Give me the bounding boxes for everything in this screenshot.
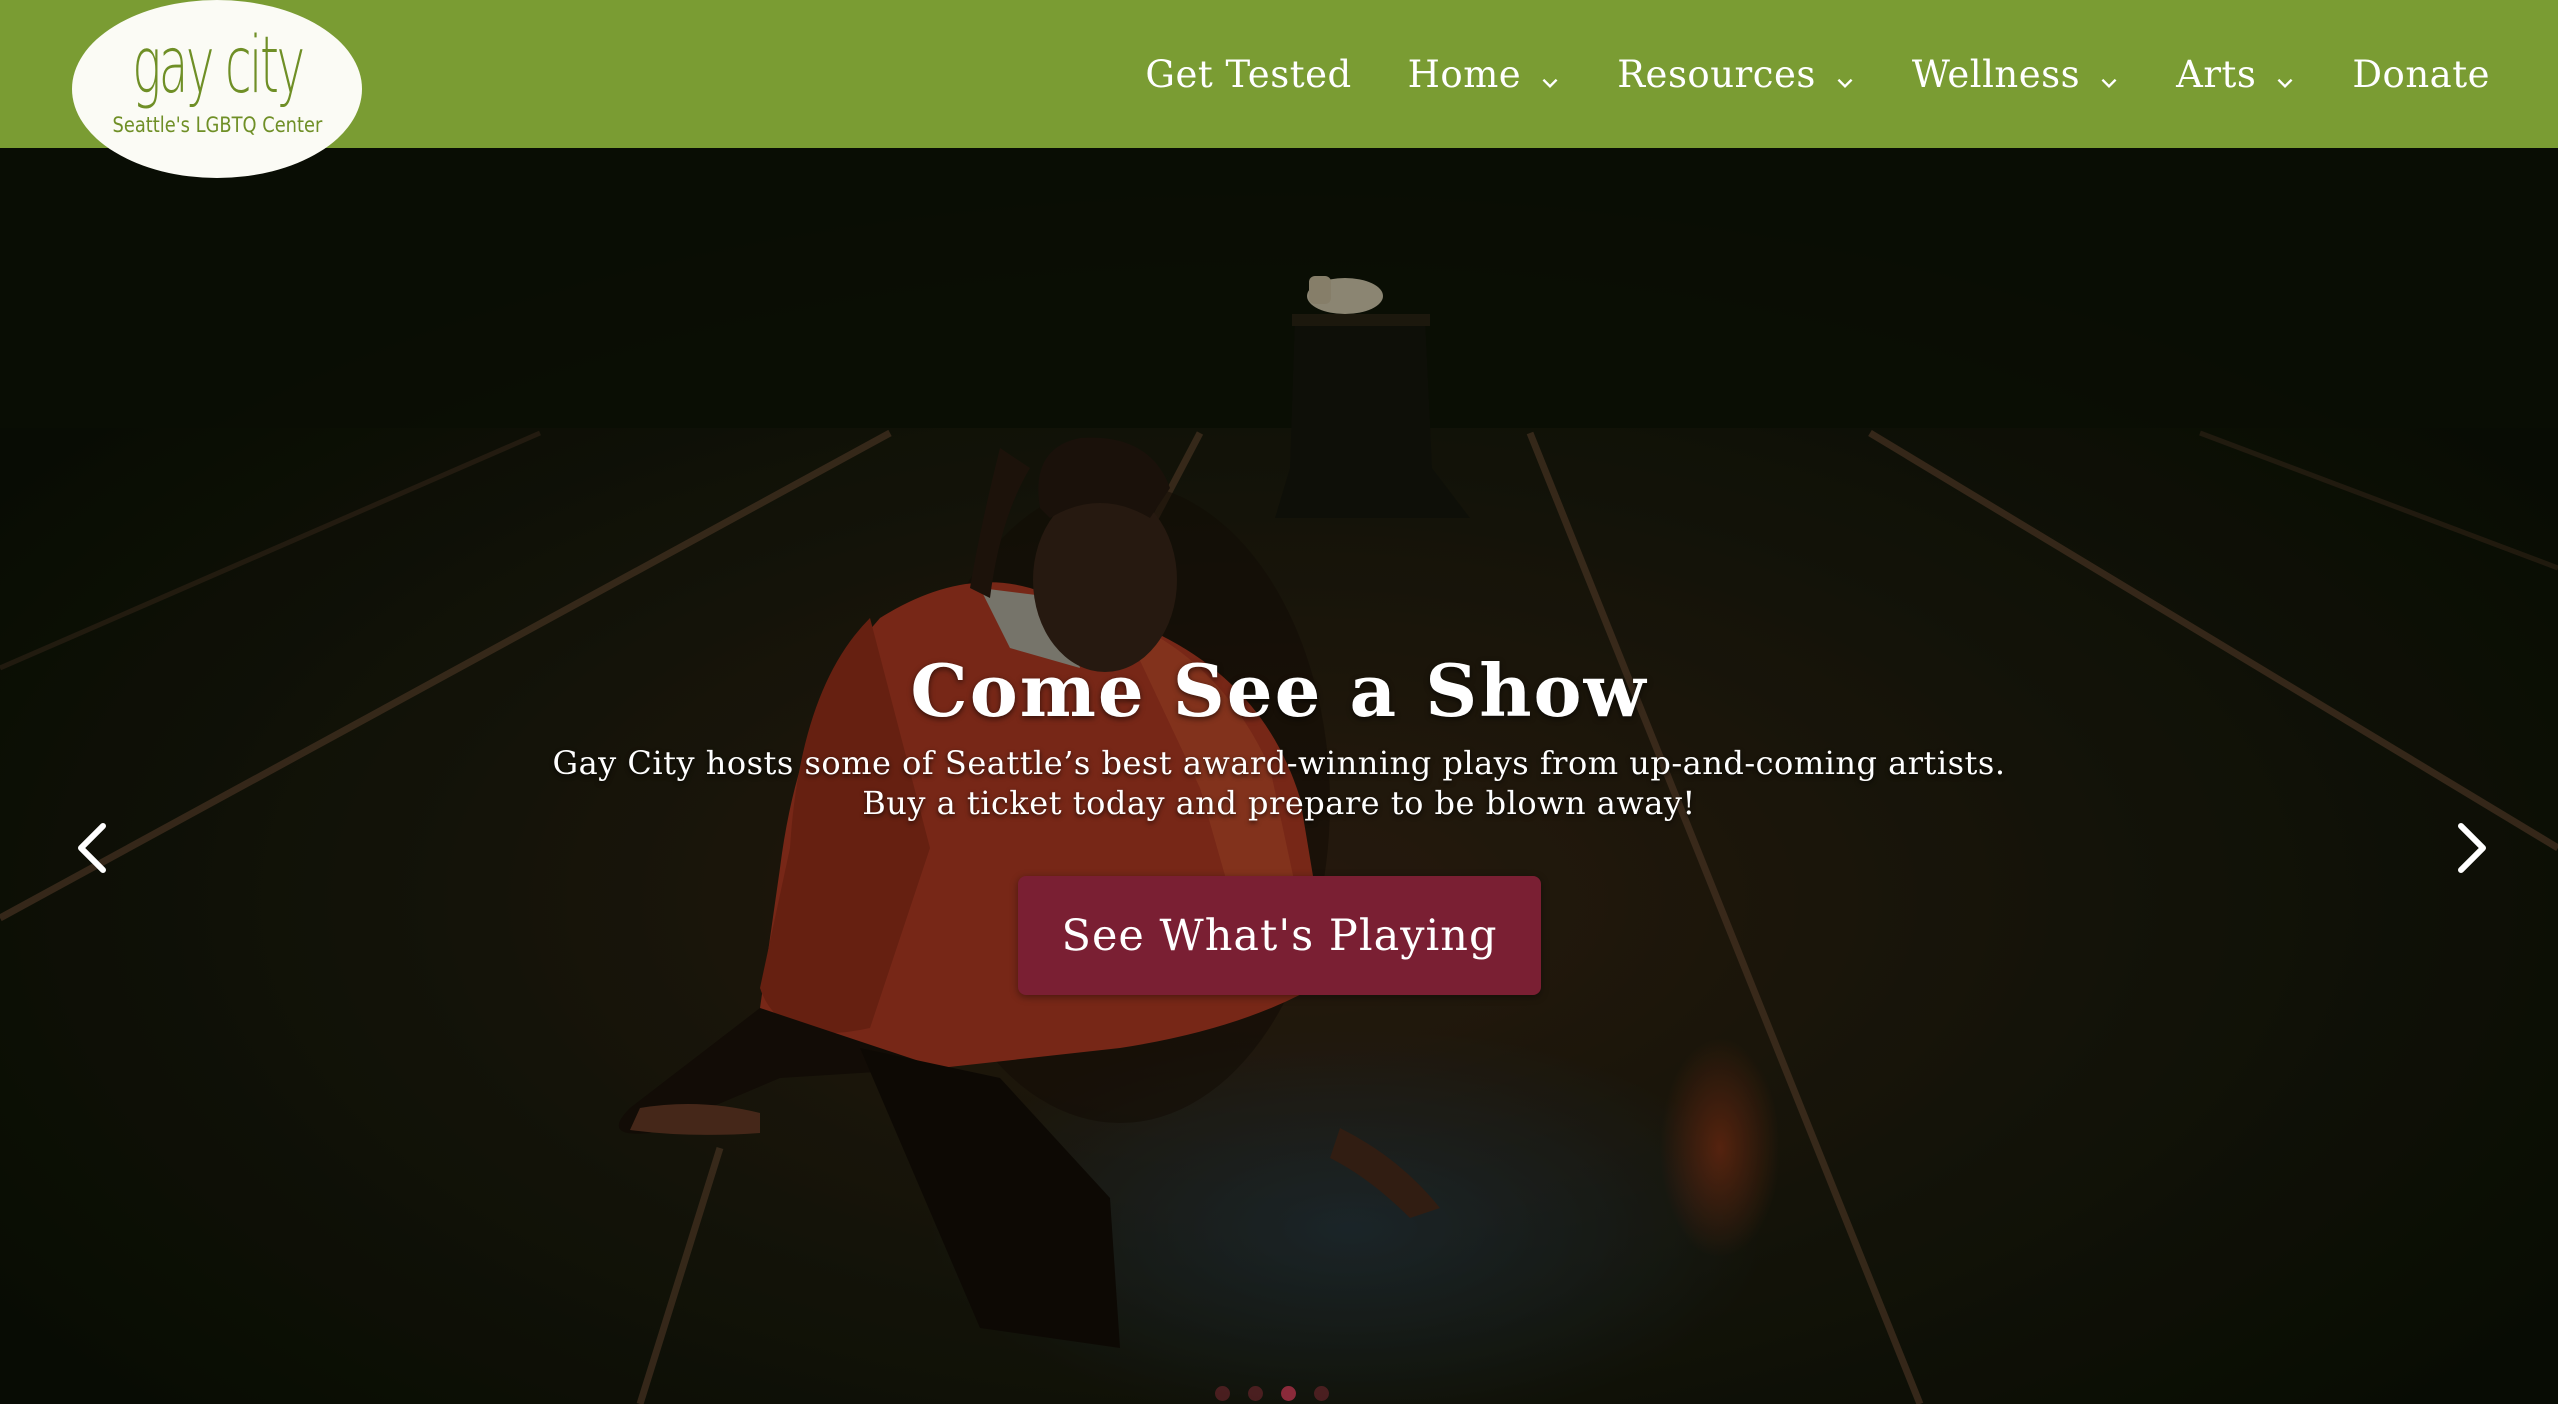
hero-title: Come See a Show [910, 648, 1648, 733]
carousel-dot-2[interactable] [1248, 1386, 1263, 1401]
nav-item-label: Home [1407, 52, 1522, 96]
chevron-right-icon [2458, 823, 2486, 873]
carousel-indicators [1215, 1386, 1329, 1401]
chevron-left-icon [78, 823, 106, 873]
logo-tagline: Seattle's LGBTQ Center [112, 113, 322, 137]
hero-subtitle-line2: Buy a ticket today and prepare to be blo… [862, 784, 1696, 822]
nav-item-resources[interactable]: Resources [1589, 53, 1884, 96]
carousel-next-button[interactable] [2432, 798, 2512, 898]
hero-caption: Come See a Show Gay City hosts some of S… [0, 148, 2558, 1404]
chevron-down-icon [2274, 60, 2296, 89]
carousel-dot-3[interactable] [1281, 1386, 1296, 1401]
logo-wordmark: gay city [131, 21, 305, 111]
see-whats-playing-button[interactable]: See What's Playing [1018, 876, 1541, 995]
hero-carousel: Come See a Show Gay City hosts some of S… [0, 148, 2558, 1404]
site-logo[interactable]: gay city Seattle's LGBTQ Center [72, 0, 362, 178]
nav-item-label: Get Tested [1145, 52, 1352, 96]
nav-item-get-tested[interactable]: Get Tested [1117, 53, 1379, 96]
chevron-down-icon [1539, 60, 1561, 89]
nav-item-label: Wellness [1911, 52, 2081, 96]
carousel-prev-button[interactable] [52, 798, 132, 898]
nav-item-label: Resources [1617, 52, 1816, 96]
nav-item-home[interactable]: Home [1380, 53, 1590, 96]
nav-item-label: Donate [2352, 52, 2490, 96]
chevron-down-icon [2098, 60, 2120, 89]
page: gay city Seattle's LGBTQ Center Get Test… [0, 0, 2558, 1404]
site-header: gay city Seattle's LGBTQ Center Get Test… [0, 0, 2558, 178]
carousel-dot-4[interactable] [1314, 1386, 1329, 1401]
hero-subtitle-line1: Gay City hosts some of Seattle’s best aw… [552, 744, 2006, 782]
main-nav: Get Tested Home Resources Wellness Arts … [1117, 0, 2518, 148]
chevron-down-icon [1834, 60, 1856, 89]
nav-item-arts[interactable]: Arts [2148, 53, 2324, 96]
carousel-dot-1[interactable] [1215, 1386, 1230, 1401]
nav-item-donate[interactable]: Donate [2324, 53, 2518, 96]
nav-item-wellness[interactable]: Wellness [1884, 53, 2148, 96]
nav-item-label: Arts [2176, 52, 2257, 96]
